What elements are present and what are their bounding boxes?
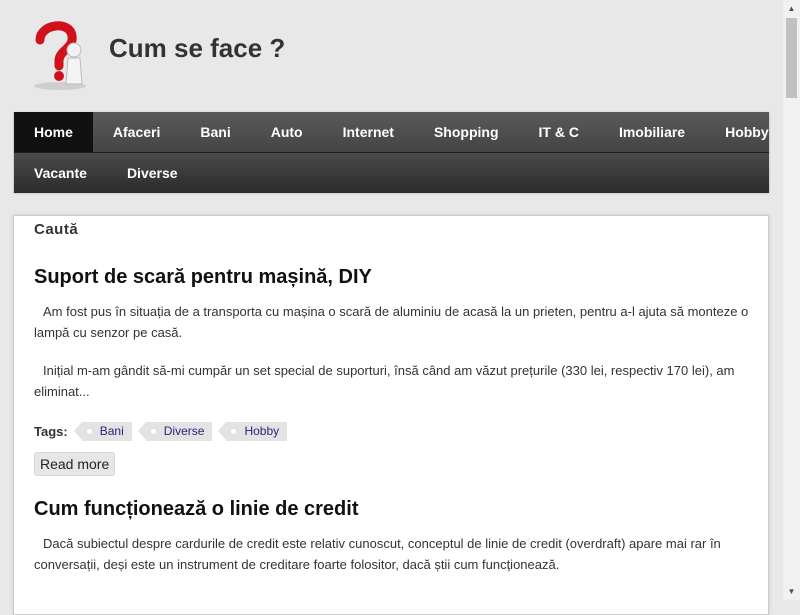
tag-link-hobby[interactable]: Hobby — [218, 421, 288, 441]
nav-item-bani[interactable]: Bani — [180, 112, 250, 152]
scroll-down-arrow-icon[interactable]: ▼ — [783, 583, 800, 600]
nav-item-imobiliare[interactable]: Imobiliare — [599, 112, 705, 152]
tag-link-diverse[interactable]: Diverse — [137, 421, 213, 441]
tags-label: Tags: — [34, 423, 68, 439]
post-title-link[interactable]: Suport de scară pentru mașină, DIY — [34, 266, 372, 289]
nav-item-itc[interactable]: IT & C — [519, 112, 599, 152]
post-excerpt-paragraph: Dacă subiectul despre cardurile de credi… — [34, 536, 721, 572]
site-header: Cum se face ? — [0, 0, 783, 110]
nav-row-secondary: Vacante Diverse — [14, 152, 769, 193]
post-excerpt-paragraph: Inițial m-am gândit să-mi cumpăr un set … — [34, 363, 735, 399]
site-logo-icon[interactable] — [30, 18, 92, 92]
search-heading: Caută — [34, 221, 79, 238]
post-tags: Tags: Bani Diverse Hobby — [34, 421, 301, 441]
nav-item-home[interactable]: Home — [14, 112, 93, 152]
content-panel: Caută Suport de scară pentru mașină, DIY… — [13, 215, 769, 615]
post-excerpt-paragraph: Am fost pus în situația de a transporta … — [34, 304, 749, 340]
tag-link-bani[interactable]: Bani — [73, 421, 132, 441]
scroll-up-arrow-icon[interactable]: ▲ — [783, 0, 800, 17]
nav-item-internet[interactable]: Internet — [323, 112, 414, 152]
nav-item-auto[interactable]: Auto — [251, 112, 323, 152]
scrollbar-thumb[interactable] — [786, 18, 797, 98]
vertical-scrollbar[interactable]: ▲ ▼ — [783, 0, 800, 600]
main-navigation: Home Afaceri Bani Auto Internet Shopping… — [14, 112, 769, 193]
nav-item-shopping[interactable]: Shopping — [414, 112, 519, 152]
post-title-link[interactable]: Cum funcționează o linie de credit — [34, 498, 359, 521]
nav-item-vacante[interactable]: Vacante — [14, 153, 107, 193]
nav-item-diverse[interactable]: Diverse — [107, 153, 198, 193]
read-more-button[interactable]: Read more — [34, 452, 116, 476]
nav-item-afaceri[interactable]: Afaceri — [93, 112, 180, 152]
site-title[interactable]: Cum se face ? — [109, 33, 285, 64]
nav-item-hobby[interactable]: Hobby — [705, 112, 789, 152]
nav-row-primary: Home Afaceri Bani Auto Internet Shopping… — [14, 112, 769, 152]
